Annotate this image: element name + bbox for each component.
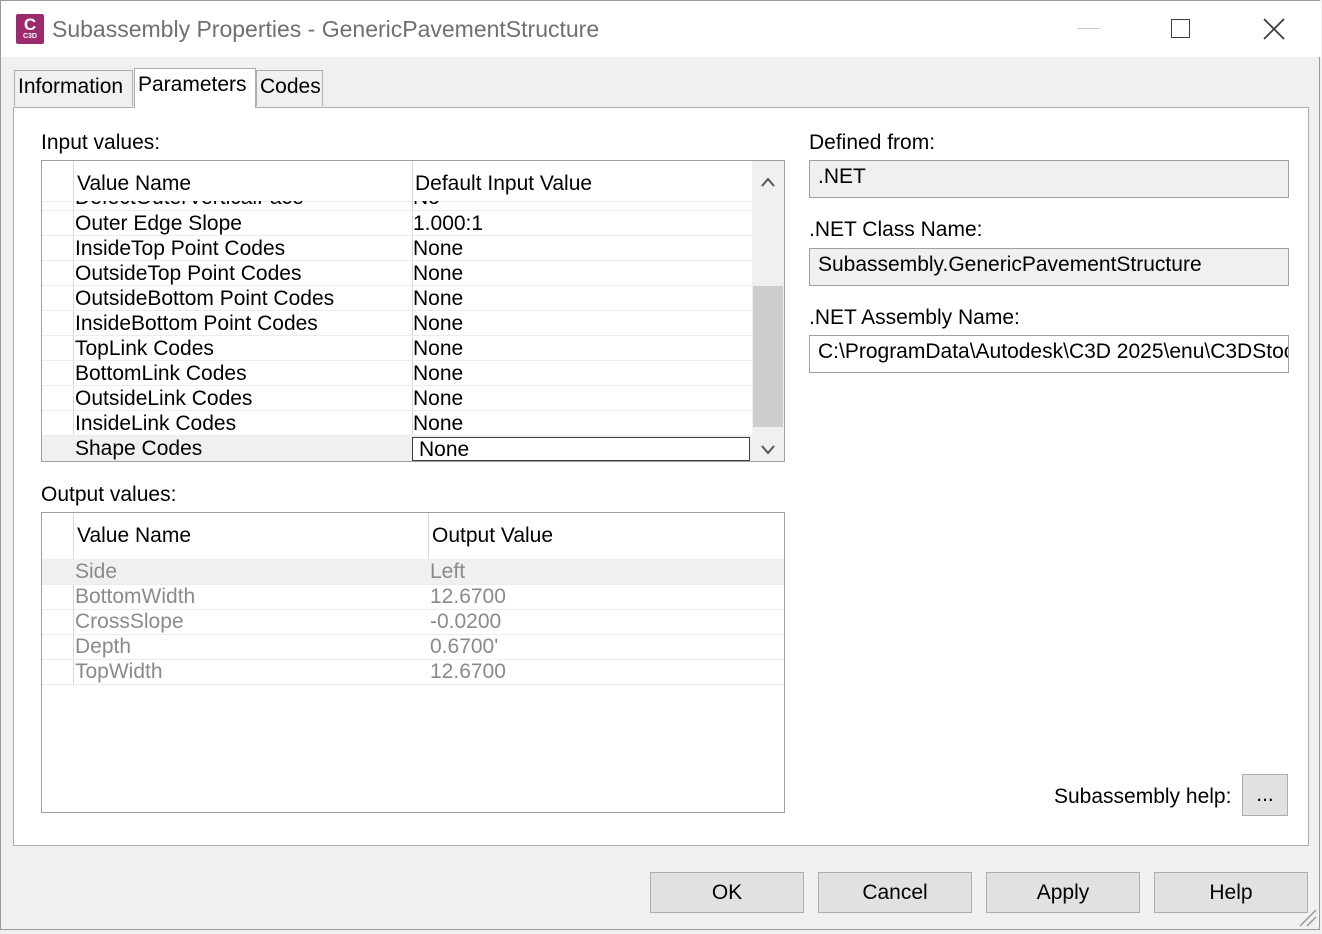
table-row[interactable]: InsideTop Point Codes None xyxy=(42,236,752,261)
column-header-default-input-value[interactable]: Default Input Value xyxy=(415,172,592,196)
subassembly-help-button[interactable]: ... xyxy=(1242,774,1288,816)
table-row[interactable]: Depth 0.6700' xyxy=(42,634,784,659)
table-row[interactable]: BottomWidth 12.6700 xyxy=(42,584,784,609)
shape-codes-value-editor[interactable]: None xyxy=(412,437,750,461)
table-row[interactable]: DefectOuterVerticalFace No xyxy=(42,201,752,210)
table-row[interactable]: OutsideBottom Point Codes None xyxy=(42,286,752,311)
input-values-label: Input values: xyxy=(41,131,161,154)
table-row[interactable]: InsideLink Codes None xyxy=(42,411,752,436)
close-icon[interactable] xyxy=(1262,17,1286,41)
column-header-output-value[interactable]: Output Value xyxy=(432,524,553,548)
apply-button[interactable]: Apply xyxy=(986,872,1140,913)
defined-from-label: Defined from: xyxy=(809,131,936,154)
column-header-value-name[interactable]: Value Name xyxy=(77,172,191,196)
tab-information[interactable]: Information xyxy=(14,70,133,106)
input-values-grid[interactable]: Value Name Default Input Value DefectOut… xyxy=(41,160,785,462)
table-row[interactable]: Outer Edge Slope 1.000:1 xyxy=(42,211,752,236)
ok-button[interactable]: OK xyxy=(650,872,804,913)
net-assembly-name-field[interactable]: C:\ProgramData\Autodesk\C3D 2025\enu\C3D… xyxy=(809,335,1289,373)
net-assembly-name-label: .NET Assembly Name: xyxy=(809,306,1020,329)
net-class-name-label: .NET Class Name: xyxy=(809,218,983,241)
table-row-selected[interactable]: Side Left xyxy=(42,559,784,584)
table-row[interactable]: OutsideTop Point Codes None xyxy=(42,261,752,286)
output-values-grid[interactable]: Value Name Output Value Side Left Bottom… xyxy=(41,512,785,813)
cancel-button[interactable]: Cancel xyxy=(818,872,972,913)
table-row[interactable]: OutsideLink Codes None xyxy=(42,386,752,411)
tab-parameters[interactable]: Parameters xyxy=(134,68,256,108)
table-row[interactable]: CrossSlope -0.0200 xyxy=(42,609,784,634)
scroll-down-icon[interactable] xyxy=(760,438,776,462)
column-header-value-name[interactable]: Value Name xyxy=(77,524,191,548)
help-button[interactable]: Help xyxy=(1154,872,1308,913)
defined-from-field: .NET xyxy=(809,160,1289,198)
scroll-up-icon[interactable] xyxy=(760,171,776,195)
subassembly-help-label: Subassembly help: xyxy=(1054,785,1232,808)
maximize-icon[interactable] xyxy=(1171,19,1190,38)
scrollbar-thumb[interactable] xyxy=(753,286,783,427)
table-row[interactable]: TopWidth 12.6700 xyxy=(42,659,784,684)
output-values-label: Output values: xyxy=(41,483,177,506)
net-class-name-field[interactable]: Subassembly.GenericPavementStructure xyxy=(809,248,1289,286)
table-row[interactable]: TopLink Codes None xyxy=(42,336,752,361)
window-title: Subassembly Properties - GenericPavement… xyxy=(52,16,600,42)
table-row-selected[interactable]: Shape Codes None xyxy=(42,436,752,461)
column-divider xyxy=(428,513,429,559)
table-row[interactable]: BottomLink Codes None xyxy=(42,361,752,386)
tab-codes[interactable]: Codes xyxy=(256,70,323,106)
table-row[interactable]: InsideBottom Point Codes None xyxy=(42,311,752,336)
civil3d-app-icon: C C3D xyxy=(16,14,44,44)
resize-grip-icon[interactable] xyxy=(1296,906,1318,934)
minimize-icon[interactable] xyxy=(1078,28,1100,29)
